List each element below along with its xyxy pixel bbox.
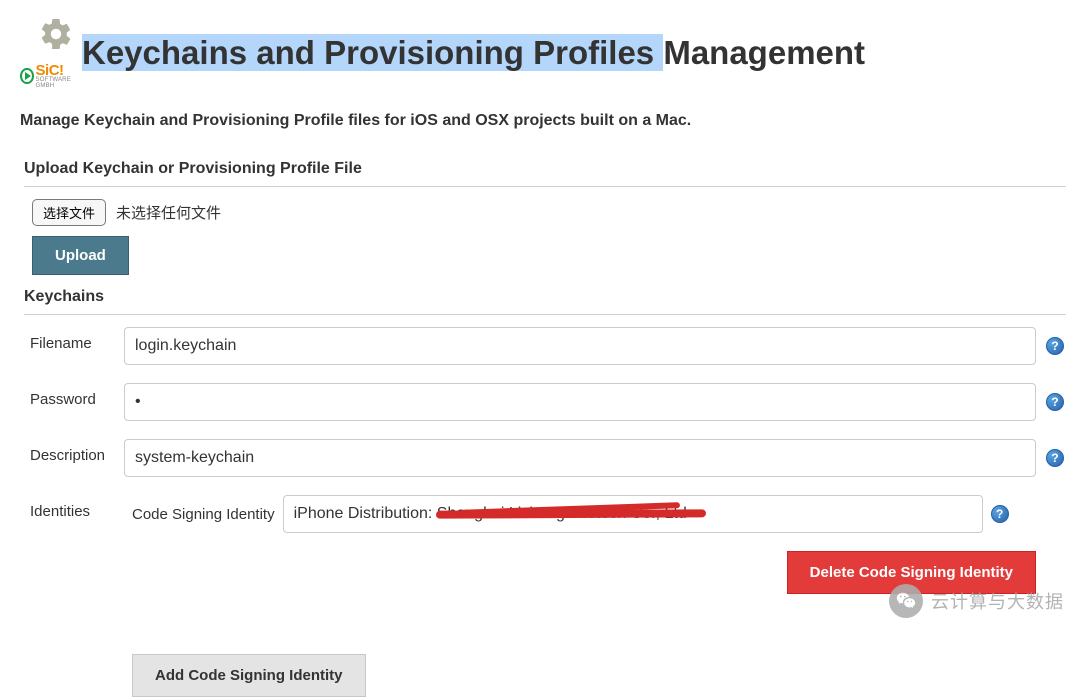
- upload-section: Upload Keychain or Provisioning Profile …: [24, 160, 1066, 275]
- help-icon[interactable]: ?: [1046, 449, 1064, 467]
- code-signing-identity-label: Code Signing Identity: [132, 506, 275, 523]
- description-label: Description: [24, 439, 124, 464]
- identities-label: Identities: [24, 495, 124, 520]
- title-selection: Keychains and Provisioning Profiles: [82, 34, 663, 71]
- divider: [24, 186, 1066, 187]
- upload-button[interactable]: Upload: [32, 236, 129, 275]
- password-field[interactable]: [124, 383, 1036, 421]
- keychains-section: Keychains Filename ? Password ? Descript…: [24, 288, 1066, 697]
- divider: [24, 314, 1066, 315]
- sic-brand-logo: SiC! SOFTWARE GMBH: [20, 62, 80, 89]
- upload-section-title: Upload Keychain or Provisioning Profile …: [24, 160, 1066, 178]
- page-title: Keychains and Provisioning Profiles Mana…: [82, 34, 865, 72]
- help-icon[interactable]: ?: [991, 505, 1009, 523]
- wechat-icon: [889, 584, 923, 618]
- help-icon[interactable]: ?: [1046, 393, 1064, 411]
- gear-icon: [38, 16, 74, 57]
- password-label: Password: [24, 383, 124, 408]
- code-signing-identity-field[interactable]: iPhone Distribution: Shanghai Licheng In…: [283, 495, 983, 533]
- brand-sub: SOFTWARE GMBH: [36, 77, 80, 89]
- keychains-section-title: Keychains: [24, 288, 1066, 306]
- choose-file-button[interactable]: 选择文件: [32, 199, 106, 226]
- logo-region: SiC! SOFTWARE GMBH: [20, 16, 80, 80]
- filename-label: Filename: [24, 327, 124, 352]
- add-code-signing-identity-button[interactable]: Add Code Signing Identity: [132, 654, 366, 697]
- watermark: 云计算与大数据: [889, 584, 1064, 618]
- file-status-text: 未选择任何文件: [116, 202, 221, 223]
- watermark-text: 云计算与大数据: [931, 588, 1064, 614]
- title-rest: Management: [663, 34, 865, 71]
- filename-field[interactable]: [124, 327, 1036, 365]
- help-icon[interactable]: ?: [1046, 337, 1064, 355]
- description-field[interactable]: [124, 439, 1036, 477]
- page-subtitle: Manage Keychain and Provisioning Profile…: [20, 112, 691, 130]
